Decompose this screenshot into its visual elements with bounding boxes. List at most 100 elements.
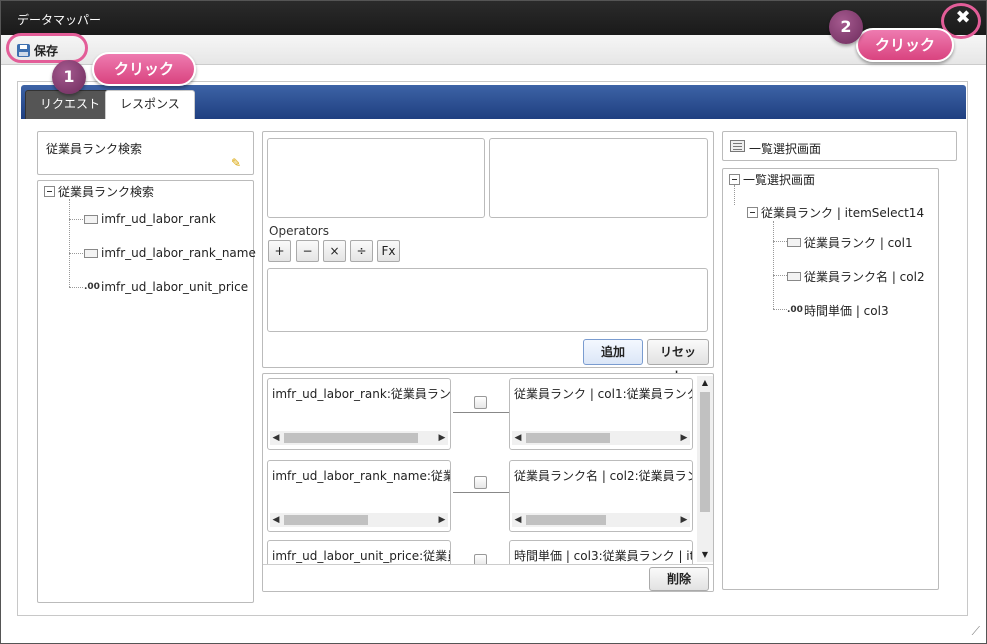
scrollbar-thumb[interactable] — [526, 433, 610, 443]
horizontal-scrollbar[interactable]: ◀ ▶ — [512, 431, 690, 445]
mapping-source-text: imfr_ud_labor_rank_name:従業員 — [272, 469, 451, 483]
mapping-target-text: 時間単価 | col3:従業員ランク | item — [514, 549, 692, 563]
mapping-target-box[interactable]: 従業員ランク名 | col2:従業員ランク ◀ ▶ — [509, 460, 693, 532]
horizontal-scrollbar[interactable]: ◀ ▶ — [270, 513, 448, 527]
string-field-icon — [84, 214, 98, 224]
scroll-right-icon[interactable]: ▶ — [678, 431, 690, 445]
vertical-scrollbar[interactable]: ▲ ▼ — [697, 376, 713, 562]
right-expression-box[interactable] — [489, 138, 708, 218]
horizontal-scrollbar[interactable]: ◀ ▶ — [512, 513, 690, 527]
reset-button[interactable]: リセット — [647, 339, 709, 383]
source-field-label: imfr_ud_labor_rank_name — [101, 246, 256, 260]
resize-grip-icon[interactable]: ⟋ — [972, 624, 980, 639]
mapping-connector — [453, 412, 509, 413]
source-field-node[interactable]: imfr_ud_labor_rank — [84, 212, 216, 226]
scrollbar-thumb[interactable] — [700, 392, 710, 512]
source-field-node[interactable]: imfr_ud_labor_rank_name — [84, 246, 256, 260]
mapping-source-text: imfr_ud_labor_rank:従業員ランク検 — [272, 387, 451, 401]
expression-panel: Operators + − × ÷ Fx 追加 リセット — [262, 131, 714, 383]
mapping-source-box[interactable]: imfr_ud_labor_rank:従業員ランク検 ◀ ▶ — [267, 378, 451, 450]
operator-multiply-button[interactable]: × — [323, 240, 346, 262]
mapping-checkbox[interactable] — [474, 476, 487, 489]
tree-guide-line — [773, 275, 787, 276]
scroll-right-icon[interactable]: ▶ — [436, 513, 448, 527]
collapse-icon[interactable] — [44, 186, 55, 197]
number-field-icon: .00 — [84, 281, 100, 292]
operator-divide-button[interactable]: ÷ — [350, 240, 373, 262]
string-field-icon — [787, 272, 801, 281]
source-tree-root-label: 従業員ランク検索 — [58, 185, 155, 199]
source-tree-panel: 従業員ランク検索 imfr_ud_labor_rank imfr_ud_labo… — [37, 180, 256, 603]
tab-response[interactable]: レスポンス — [105, 90, 195, 119]
scroll-up-icon[interactable]: ▲ — [697, 376, 713, 390]
tree-guide-line — [773, 221, 774, 309]
annotation-badge-1: 1 — [52, 60, 86, 94]
mapping-source-text: imfr_ud_labor_unit_price:従業員ラ — [272, 549, 450, 563]
string-field-icon — [84, 248, 98, 258]
scrollbar-thumb[interactable] — [284, 515, 368, 525]
scroll-left-icon[interactable]: ◀ — [512, 431, 524, 445]
edit-pencil-icon[interactable]: ✎ — [231, 156, 247, 170]
source-header-panel: 従業員ランク検索 ✎ — [37, 131, 254, 175]
tree-guide-line — [69, 287, 83, 288]
collapse-icon[interactable] — [747, 207, 758, 218]
operators-label: Operators — [269, 224, 329, 238]
tab-request[interactable]: リクエスト — [25, 90, 116, 119]
scroll-left-icon[interactable]: ◀ — [512, 513, 524, 527]
source-tree-root[interactable]: 従業員ランク検索 — [44, 183, 154, 200]
operator-function-button[interactable]: Fx — [377, 240, 400, 262]
target-header-title: 一覧選択画面 — [749, 142, 822, 156]
tree-guide-line — [69, 199, 70, 287]
target-field-label: 従業員ランク | col1 — [804, 236, 913, 250]
tree-guide-line — [734, 185, 735, 205]
add-button[interactable]: 追加 — [583, 339, 643, 365]
mapping-list-panel: imfr_ud_labor_rank:従業員ランク検 ◀ ▶ 従業員ランク | … — [262, 373, 714, 592]
scroll-left-icon[interactable]: ◀ — [270, 513, 282, 527]
target-header-panel: 一覧選択画面 — [722, 131, 957, 161]
tab-bar: リクエスト レスポンス — [21, 85, 966, 119]
scroll-left-icon[interactable]: ◀ — [270, 431, 282, 445]
operator-plus-button[interactable]: + — [268, 240, 291, 262]
scroll-right-icon[interactable]: ▶ — [436, 431, 448, 445]
target-tree-root[interactable]: 一覧選択画面 — [729, 171, 815, 188]
annotation-badge-2: 2 — [829, 10, 863, 44]
left-expression-box[interactable] — [267, 138, 485, 218]
mapping-target-text: 従業員ランク | col1:従業員ランク | i — [514, 387, 693, 401]
scrollbar-thumb[interactable] — [284, 433, 418, 443]
operator-minus-button[interactable]: − — [296, 240, 319, 262]
number-field-icon: .00 — [787, 305, 803, 315]
data-mapper-dialog: データマッパー ✖ 保存 リクエスト レスポンス 従業員ランク検索 ✎ 従業員ラ… — [0, 0, 987, 644]
scrollbar-thumb[interactable] — [526, 515, 606, 525]
target-field-node[interactable]: 従業員ランク名 | col2 — [787, 268, 925, 285]
source-header-title: 従業員ランク検索 — [46, 142, 143, 156]
tree-guide-line — [69, 253, 83, 254]
annotation-callout-2: クリック — [856, 28, 954, 62]
source-field-label: imfr_ud_labor_rank — [101, 212, 216, 226]
list-screen-icon — [730, 140, 745, 152]
target-tree-root-label: 一覧選択画面 — [743, 173, 816, 187]
save-highlight-ring — [6, 33, 88, 63]
mapping-checkbox[interactable] — [474, 396, 487, 409]
annotation-callout-1: クリック — [92, 52, 196, 86]
tree-guide-line — [773, 309, 787, 310]
delete-button[interactable]: 削除 — [649, 567, 709, 591]
target-group-label: 従業員ランク | itemSelect14 — [761, 206, 925, 220]
scroll-right-icon[interactable]: ▶ — [678, 513, 690, 527]
mapping-target-box[interactable]: 従業員ランク | col1:従業員ランク | i ◀ ▶ — [509, 378, 693, 450]
horizontal-scrollbar[interactable]: ◀ ▶ — [270, 431, 448, 445]
collapse-icon[interactable] — [729, 174, 740, 185]
mapping-target-text: 従業員ランク名 | col2:従業員ランク — [514, 469, 693, 483]
mapping-source-box[interactable]: imfr_ud_labor_rank_name:従業員 ◀ ▶ — [267, 460, 451, 532]
dialog-title: データマッパー — [17, 13, 102, 27]
expression-textarea[interactable] — [267, 268, 708, 332]
source-field-label: imfr_ud_labor_unit_price — [101, 280, 249, 294]
source-field-node[interactable]: .00 imfr_ud_labor_unit_price — [84, 280, 248, 294]
scroll-down-icon[interactable]: ▼ — [697, 548, 713, 562]
target-field-node[interactable]: .00 時間単価 | col3 — [787, 302, 889, 319]
target-field-node[interactable]: 従業員ランク | col1 — [787, 234, 913, 251]
target-field-label: 時間単価 | col3 — [804, 304, 889, 318]
tree-guide-line — [773, 241, 787, 242]
target-group-node[interactable]: 従業員ランク | itemSelect14 — [747, 204, 924, 221]
mapping-connector — [453, 492, 509, 493]
string-field-icon — [787, 238, 801, 247]
